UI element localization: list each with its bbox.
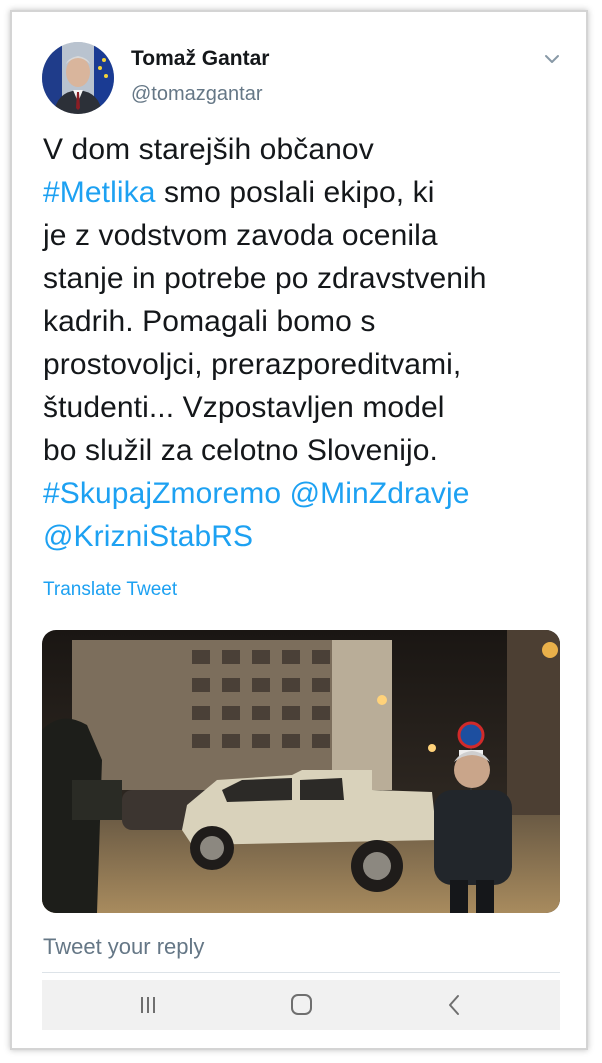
back-icon[interactable]: [440, 992, 470, 1018]
tweet-line: #SkupajZmoremo @MinZdravje: [43, 472, 563, 515]
translate-tweet-link[interactable]: Translate Tweet: [43, 579, 177, 601]
chevron-down-icon[interactable]: [543, 50, 561, 68]
tweet-text-segment: V dom starejših občanov: [43, 133, 374, 166]
tweet-line: bo služil za celotno Slovenijo.: [43, 429, 563, 472]
divider: [42, 972, 560, 973]
tweet-line: @KrizniStabRS: [43, 515, 563, 558]
tweet-text: V dom starejših občanov #Metlika smo posl…: [43, 128, 563, 558]
reply-input[interactable]: Tweet your reply: [43, 934, 204, 960]
tweet-text-segment: je z vodstvom zavoda ocenila: [43, 219, 438, 252]
author-handle[interactable]: @tomazgantar: [131, 83, 262, 106]
recent-apps-icon[interactable]: [133, 992, 163, 1018]
home-icon[interactable]: [286, 992, 316, 1018]
tweet-line: prostovoljci, prerazporeditvami,: [43, 343, 563, 386]
tweet-line: stanje in potrebe po zdravstvenih: [43, 257, 563, 300]
author-name[interactable]: Tomaž Gantar: [131, 47, 269, 71]
tweet-line: kadrih. Pomagali bomo s: [43, 300, 563, 343]
mention-link[interactable]: @KrizniStabRS: [43, 520, 253, 553]
tweet-photo[interactable]: [42, 630, 560, 913]
author-avatar[interactable]: [42, 42, 114, 114]
tweet-line: #Metlika smo poslali ekipo, ki: [43, 171, 563, 214]
tweet-line: je z vodstvom zavoda ocenila: [43, 214, 563, 257]
tweet-text-segment: stanje in potrebe po zdravstvenih: [43, 262, 487, 295]
tweet-line: študenti... Vzpostavljen model: [43, 386, 563, 429]
tweet-text-segment: prostovoljci, prerazporeditvami,: [43, 348, 462, 381]
tweet-text-segment: [281, 477, 289, 510]
hashtag-link[interactable]: #SkupajZmoremo: [43, 477, 281, 510]
avatar-portrait: [42, 42, 114, 114]
navigation-bar: [42, 980, 560, 1030]
tweet-text-segment: kadrih. Pomagali bomo s: [43, 305, 376, 338]
tweet-photo-image: [42, 630, 560, 913]
hashtag-link[interactable]: #Metlika: [43, 176, 156, 209]
tweet-line: V dom starejših občanov: [43, 128, 563, 171]
tweet-text-segment: smo poslali ekipo, ki: [155, 176, 435, 209]
tweet-text-segment: bo služil za celotno Slovenijo.: [43, 434, 438, 467]
mention-link[interactable]: @MinZdravje: [290, 477, 470, 510]
tweet-text-segment: študenti... Vzpostavljen model: [43, 391, 445, 424]
